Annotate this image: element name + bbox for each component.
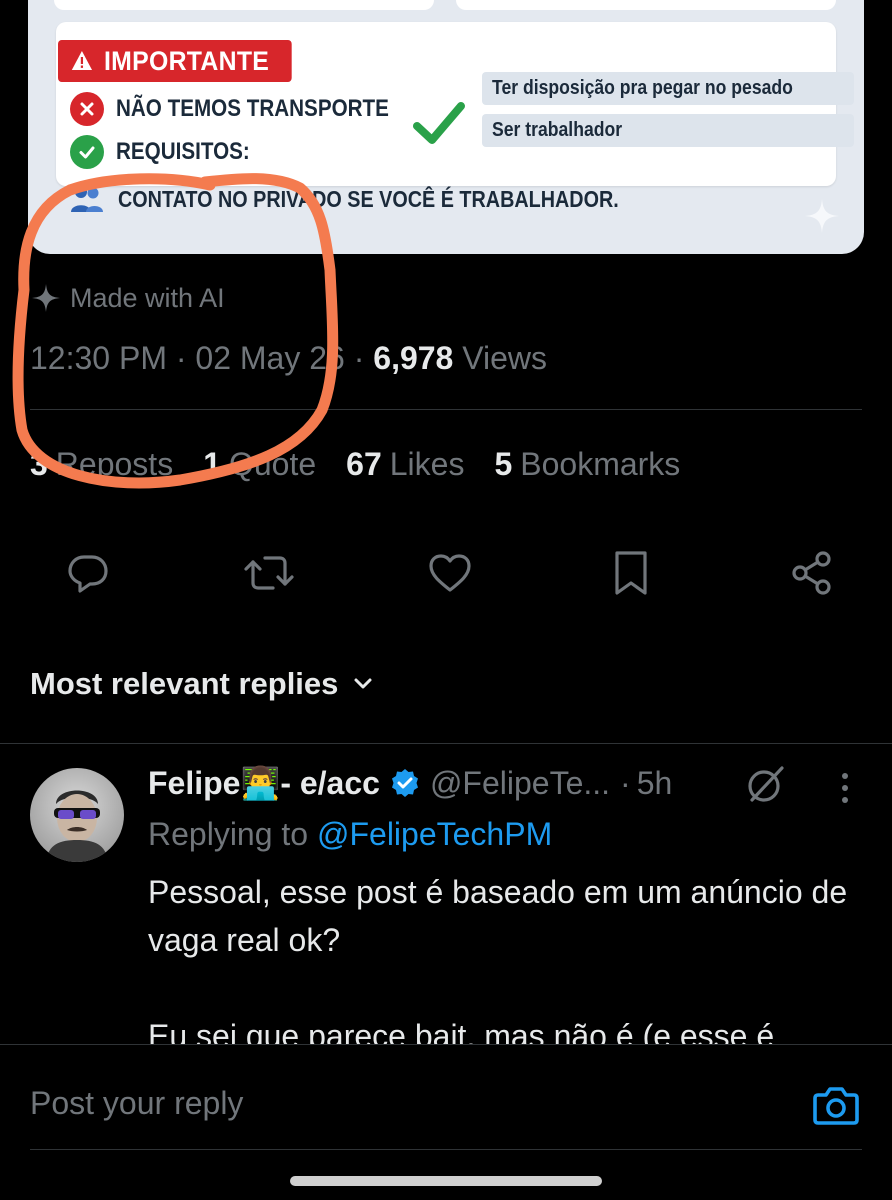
- likes-stat[interactable]: 67 Likes: [346, 446, 464, 483]
- bookmark-button[interactable]: [605, 547, 657, 599]
- image-top-box-left: [54, 0, 434, 10]
- share-icon: [792, 551, 831, 595]
- post-image[interactable]: IMPORTANTE NÃO TEMOS TRANSPORTE REQUISIT…: [28, 0, 864, 254]
- camera-icon[interactable]: [812, 1083, 860, 1127]
- reply-icon: [68, 555, 108, 593]
- warning-icon: [71, 51, 93, 70]
- important-panel: IMPORTANTE NÃO TEMOS TRANSPORTE REQUISIT…: [56, 22, 854, 186]
- repost-icon: [244, 556, 294, 590]
- requirement-item: Ter disposição pra pegar no pesado: [482, 72, 854, 105]
- divider: [30, 409, 862, 410]
- requirements-label: REQUISITOS:: [116, 138, 250, 165]
- reposts-stat[interactable]: 3 Reposts: [30, 446, 173, 483]
- post-date: 02 May 26: [195, 340, 345, 376]
- reply-author-name[interactable]: Felipe👨‍💻- e/acc: [148, 764, 380, 802]
- big-checkmark-icon: [413, 102, 465, 144]
- replying-prefix: Replying to: [148, 816, 309, 852]
- requirements-row: REQUISITOS:: [70, 135, 272, 169]
- chevron-down-icon: [354, 678, 372, 689]
- contact-row: CONTATO NO PRIVADO SE VOCÊ É TRABALHADOR…: [70, 184, 700, 214]
- composer-divider: [30, 1149, 862, 1150]
- replies-sort-label: Most relevant replies: [30, 666, 339, 701]
- replies-sort-dropdown[interactable]: Most relevant replies: [30, 666, 374, 702]
- sparkle-watermark-icon: [805, 199, 839, 233]
- replying-to-link[interactable]: @FelipeTechPM: [317, 816, 552, 852]
- reply-separator: ·: [620, 764, 631, 801]
- verified-badge-icon: [391, 769, 418, 797]
- post-timestamp-row: 12:30 PM · 02 May 26 · 6,978 Views: [30, 340, 548, 376]
- grok-icon[interactable]: [744, 764, 786, 806]
- made-with-ai-label[interactable]: Made with AI: [30, 282, 225, 314]
- bookmarks-stat[interactable]: 5 Bookmarks: [494, 446, 680, 483]
- important-label: IMPORTANTE: [104, 45, 270, 76]
- like-button[interactable]: [424, 547, 476, 599]
- quotes-stat[interactable]: 1 Quote: [203, 446, 316, 483]
- made-with-ai-text: Made with AI: [70, 282, 225, 313]
- heart-icon: [429, 554, 471, 592]
- views-label[interactable]: Views: [462, 340, 547, 376]
- post-time: 12:30 PM: [30, 340, 167, 376]
- share-button[interactable]: [786, 547, 838, 599]
- people-icon: [71, 186, 103, 212]
- reply-author-handle[interactable]: @FelipeTe...: [430, 765, 610, 802]
- check-circle-icon: [70, 135, 104, 169]
- post-action-bar: [62, 548, 838, 598]
- reply-body[interactable]: Pessoal, esse post é baseado em um anúnc…: [148, 868, 848, 1060]
- bookmark-icon: [615, 551, 647, 595]
- more-options-icon[interactable]: [836, 770, 854, 806]
- reply-input[interactable]: Post your reply: [30, 1085, 243, 1122]
- reply-time: 5h: [636, 764, 673, 801]
- no-transport-row: NÃO TEMOS TRANSPORTE: [70, 92, 433, 126]
- x-circle-icon: [70, 92, 104, 126]
- engagement-stats: 3 Reposts 1 Quote 67 Likes 5 Bookmarks: [30, 446, 710, 483]
- repost-button[interactable]: [243, 547, 295, 599]
- home-indicator[interactable]: [290, 1176, 602, 1186]
- replying-to-line: Replying to @FelipeTechPM: [148, 816, 552, 853]
- views-count: 6,978: [373, 340, 454, 376]
- sparkle-icon: [32, 284, 60, 312]
- divider: [0, 743, 892, 744]
- reply-header: Felipe👨‍💻- e/acc @FelipeTe... · 5h: [148, 764, 672, 802]
- tweet-detail-screen: IMPORTANTE NÃO TEMOS TRANSPORTE REQUISIT…: [0, 0, 892, 1200]
- image-top-box-right: [456, 0, 836, 10]
- requirement-item: Ser trabalhador: [482, 114, 854, 147]
- important-banner: IMPORTANTE: [58, 40, 292, 82]
- no-transport-text: NÃO TEMOS TRANSPORTE: [116, 95, 389, 122]
- reply-button[interactable]: [62, 547, 114, 599]
- avatar[interactable]: [30, 768, 124, 862]
- contact-text: CONTATO NO PRIVADO SE VOCÊ É TRABALHADOR…: [118, 185, 619, 212]
- reply-paragraph: Pessoal, esse post é baseado em um anúnc…: [148, 874, 848, 958]
